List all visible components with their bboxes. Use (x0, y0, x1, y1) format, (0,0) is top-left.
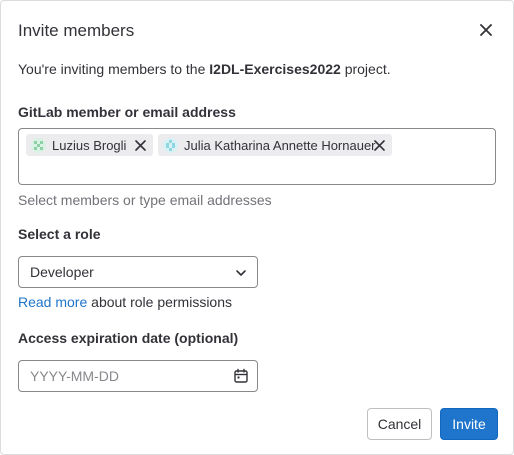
role-permissions-help: Read more about role permissions (18, 294, 232, 311)
chevron-down-icon (235, 266, 247, 278)
role-label: Select a role (18, 226, 101, 242)
project-name: I2DL-Exercises2022 (209, 61, 341, 77)
members-helper-text: Select members or type email addresses (18, 192, 272, 208)
member-token: Luzius Brogli (26, 134, 153, 156)
identicon-green-icon (31, 137, 46, 153)
member-token: Julia Katharina Annette Hornauer (158, 134, 392, 156)
cancel-button[interactable]: Cancel (367, 408, 432, 440)
identicon-cyan-icon (163, 137, 178, 153)
role-select[interactable]: Developer (18, 256, 258, 288)
expiration-date-input[interactable]: YYYY-MM-DD (18, 360, 258, 392)
read-more-link[interactable]: Read more (18, 294, 87, 310)
members-field-label: GitLab member or email address (18, 104, 236, 120)
close-icon[interactable] (477, 21, 495, 39)
intro-prefix: You're inviting members to the (18, 61, 210, 77)
members-token-input[interactable]: Luzius Brogli Julia Katharina Annette Ho… (18, 128, 496, 185)
remove-token-icon[interactable] (372, 138, 386, 152)
invite-button[interactable]: Invite (440, 408, 498, 440)
modal-title: Invite members (18, 21, 135, 40)
read-more-suffix: about role permissions (87, 294, 233, 310)
expiration-label: Access expiration date (optional) (18, 330, 239, 346)
intro-text: You're inviting members to the I2DL-Exer… (18, 61, 391, 78)
member-token-name: Luzius Brogli (52, 137, 127, 153)
member-token-name: Julia Katharina Annette Hornauer (184, 137, 376, 153)
intro-suffix: project. (340, 61, 391, 77)
expiration-placeholder: YYYY-MM-DD (30, 368, 119, 384)
remove-token-icon[interactable] (133, 138, 147, 152)
invite-members-modal: Invite members You're inviting members t… (0, 0, 514, 455)
role-selected-value: Developer (30, 264, 94, 280)
calendar-icon[interactable] (233, 368, 249, 384)
